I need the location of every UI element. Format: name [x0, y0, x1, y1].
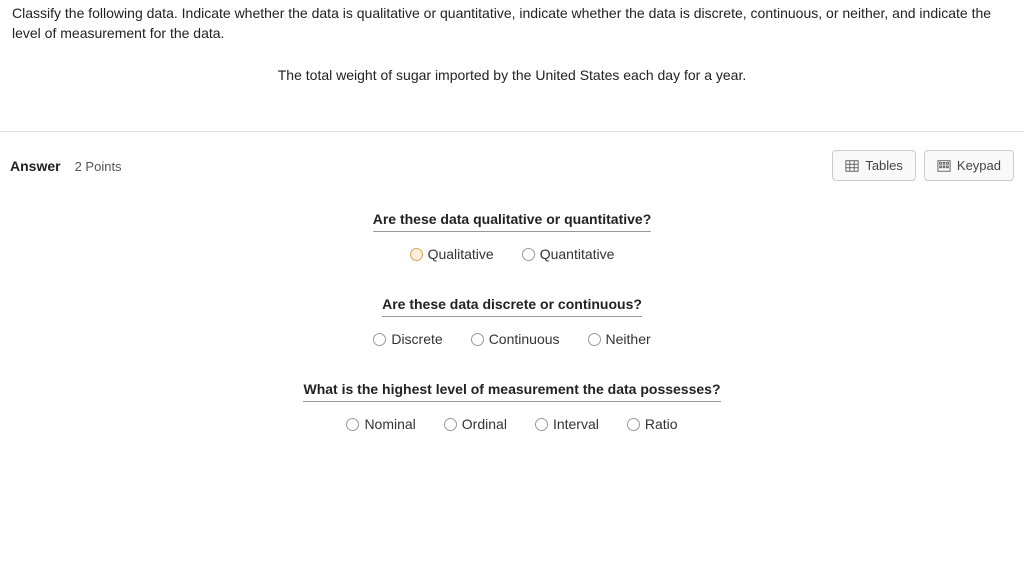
radio-quantitative[interactable]: Quantitative	[522, 246, 615, 262]
sub-question-3-title: What is the highest level of measurement…	[303, 381, 720, 402]
questions-area: Are these data qualitative or quantitati…	[0, 191, 1024, 486]
tables-button-label: Tables	[865, 158, 903, 173]
radio-label: Ordinal	[462, 416, 507, 432]
radio-circle-icon	[471, 333, 484, 346]
radio-label: Neither	[606, 331, 651, 347]
points-label: 2 Points	[75, 159, 122, 174]
radio-label: Ratio	[645, 416, 678, 432]
header-buttons: Tables Keypad	[832, 150, 1014, 181]
radio-label: Interval	[553, 416, 599, 432]
radio-neither[interactable]: Neither	[588, 331, 651, 347]
radio-circle-icon	[373, 333, 386, 346]
question-section: Classify the following data. Indicate wh…	[0, 0, 1024, 131]
sub-question-3: What is the highest level of measurement…	[0, 381, 1024, 432]
answer-label-group: Answer 2 Points	[10, 158, 122, 174]
sub-question-1-title: Are these data qualitative or quantitati…	[373, 211, 652, 232]
sub-question-2: Are these data discrete or continuous? D…	[0, 296, 1024, 347]
question-prompt: The total weight of sugar imported by th…	[12, 67, 1012, 83]
answer-label: Answer	[10, 158, 61, 174]
radio-ordinal[interactable]: Ordinal	[444, 416, 507, 432]
sub-question-1: Are these data qualitative or quantitati…	[0, 211, 1024, 262]
radio-label: Nominal	[364, 416, 415, 432]
answer-header: Answer 2 Points Tables Keyp	[0, 132, 1024, 191]
radio-circle-icon	[627, 418, 640, 431]
radio-label: Quantitative	[540, 246, 615, 262]
tables-button[interactable]: Tables	[832, 150, 916, 181]
radio-label: Qualitative	[428, 246, 494, 262]
keypad-icon	[937, 159, 951, 173]
question-instructions: Classify the following data. Indicate wh…	[12, 4, 1012, 43]
radio-discrete[interactable]: Discrete	[373, 331, 442, 347]
radio-circle-icon	[535, 418, 548, 431]
radio-circle-icon	[588, 333, 601, 346]
radio-ratio[interactable]: Ratio	[627, 416, 678, 432]
radio-qualitative[interactable]: Qualitative	[410, 246, 494, 262]
keypad-button[interactable]: Keypad	[924, 150, 1014, 181]
radio-group-1: Qualitative Quantitative	[0, 246, 1024, 262]
radio-group-3: Nominal Ordinal Interval Ratio	[0, 416, 1024, 432]
radio-label: Continuous	[489, 331, 560, 347]
radio-label: Discrete	[391, 331, 442, 347]
radio-nominal[interactable]: Nominal	[346, 416, 415, 432]
keypad-button-label: Keypad	[957, 158, 1001, 173]
table-icon	[845, 159, 859, 173]
radio-circle-icon	[444, 418, 457, 431]
radio-circle-icon	[346, 418, 359, 431]
radio-circle-icon	[410, 248, 423, 261]
radio-circle-icon	[522, 248, 535, 261]
radio-group-2: Discrete Continuous Neither	[0, 331, 1024, 347]
radio-continuous[interactable]: Continuous	[471, 331, 560, 347]
sub-question-2-title: Are these data discrete or continuous?	[382, 296, 642, 317]
radio-interval[interactable]: Interval	[535, 416, 599, 432]
